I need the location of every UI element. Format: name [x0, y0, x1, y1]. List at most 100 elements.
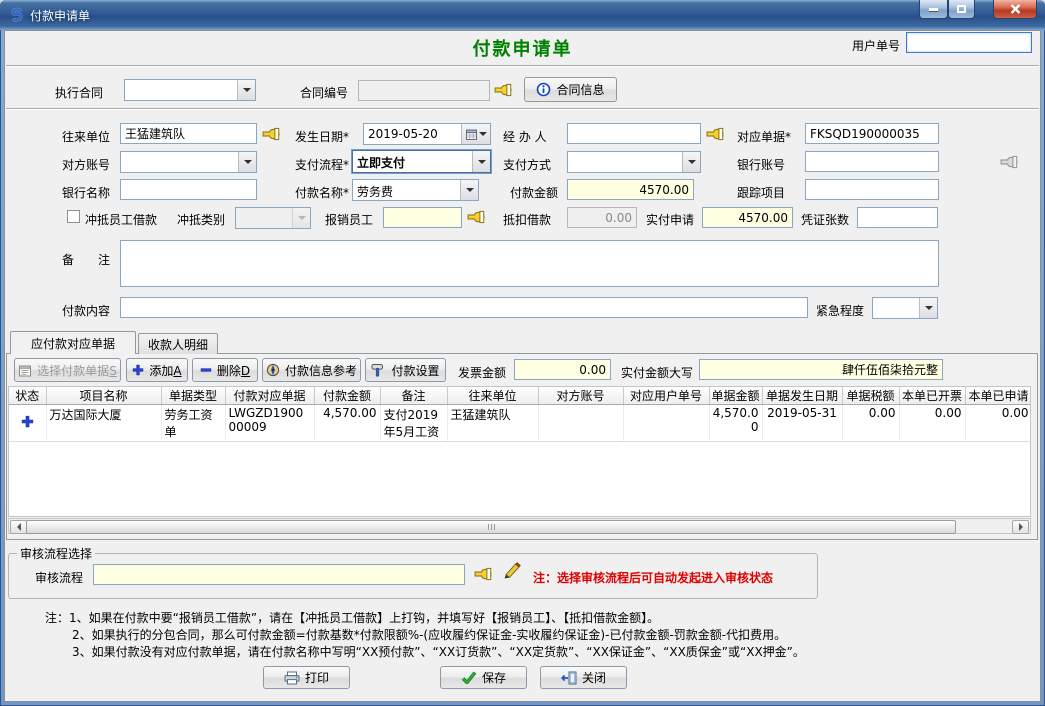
hand-picker-icon[interactable] [706, 127, 724, 144]
check-icon [461, 671, 477, 684]
pay-info-ref-button[interactable]: 付款信息参考 [262, 358, 361, 382]
tab-payable-documents[interactable]: 应付款对应单据 [10, 331, 136, 354]
column-header[interactable]: 往来单位 [447, 387, 538, 405]
close-button[interactable] [993, 0, 1037, 19]
column-header[interactable]: 付款金额 [314, 387, 380, 405]
pay-name-combobox[interactable]: 劳务费 [352, 179, 479, 201]
notepad-icon [18, 364, 32, 377]
hand-picker-icon[interactable] [474, 567, 492, 584]
pen-icon[interactable] [502, 562, 521, 582]
counter-account-combobox[interactable] [120, 151, 257, 173]
column-header[interactable]: 单据类型 [161, 387, 225, 405]
column-header[interactable]: 单据税额 [842, 387, 899, 405]
hand-picker-icon[interactable] [262, 127, 280, 144]
table-row[interactable]: 万达国际大厦劳务工资单LWGZD1900000094,570.00支付2019年… [9, 405, 1031, 442]
pay-settings-button[interactable]: 付款设置 [365, 358, 446, 382]
bank-account-label: 银行账号 [737, 156, 785, 173]
bank-account-input[interactable] [805, 151, 939, 172]
handler-label: 经 办 人 [503, 128, 547, 145]
pay-flow-value: 立即支付 [353, 151, 472, 172]
dropdown-arrow-button[interactable] [460, 180, 478, 200]
scrollbar-thumb[interactable] [26, 520, 956, 534]
documents-table: 状态项目名称单据类型付款对应单据付款金额备注往来单位对方账号对应用户单号单据金额… [9, 387, 1031, 442]
app-icon [8, 7, 25, 27]
cell: 0.00 [965, 405, 1031, 442]
handler-input[interactable] [567, 123, 701, 144]
tab-payee-detail[interactable]: 收款人明细 [138, 333, 218, 354]
print-button[interactable]: 打印 [263, 666, 350, 689]
column-header[interactable]: 状态 [9, 387, 46, 405]
scroll-right-button[interactable] [1012, 520, 1029, 534]
remark-textarea[interactable] [120, 240, 939, 287]
urgency-combobox[interactable] [872, 297, 938, 319]
column-header[interactable]: 单据金额 [709, 387, 762, 405]
column-header[interactable]: 单据发生日期 [762, 387, 842, 405]
pay-name-value: 劳务费 [353, 180, 460, 200]
offset-loan-checkbox[interactable] [67, 210, 80, 223]
approval-flow-input[interactable] [93, 564, 465, 585]
approval-flow-label: 审核流程 [35, 569, 83, 586]
delete-button[interactable]: 删除D [192, 358, 258, 382]
offset-type-label: 冲抵类别 [177, 211, 225, 228]
save-button[interactable]: 保存 [440, 666, 527, 689]
exit-door-icon [561, 671, 577, 685]
user-no-input[interactable] [906, 32, 1032, 53]
horizontal-scrollbar[interactable] [8, 518, 1031, 534]
info-icon [536, 82, 551, 97]
cell: 0.00 [899, 405, 965, 442]
close-icon [1010, 4, 1021, 14]
tab-label: 应付款对应单据 [31, 335, 115, 352]
column-header[interactable]: 对方账号 [538, 387, 623, 405]
column-header[interactable]: 备注 [380, 387, 447, 405]
triangle-left-icon [17, 523, 21, 531]
close-form-button[interactable]: 关闭 [540, 666, 627, 689]
voucher-count-input[interactable] [857, 207, 938, 228]
maximize-button[interactable] [948, 0, 975, 19]
column-header[interactable]: 项目名称 [46, 387, 161, 405]
pay-flow-label: 支付流程* [295, 156, 349, 173]
add-button[interactable]: 添加A [126, 358, 188, 382]
calendar-dropdown-button[interactable] [461, 124, 490, 144]
dropdown-arrow-button[interactable] [919, 298, 937, 318]
dropdown-arrow-button[interactable] [472, 151, 490, 172]
column-header[interactable]: 本单已开票 [899, 387, 965, 405]
dropdown-arrow-button[interactable] [238, 152, 256, 172]
date-picker[interactable]: 2019-05-20 [363, 123, 491, 145]
remark-label: 备 注 [62, 251, 110, 268]
chevron-down-icon [688, 160, 696, 164]
cell: 0.00 [842, 405, 899, 442]
bank-name-label: 银行名称 [62, 184, 110, 201]
scroll-left-button[interactable] [10, 520, 27, 534]
pay-method-combobox[interactable] [567, 151, 701, 173]
dropdown-arrow-button[interactable] [237, 80, 255, 100]
note-line-3: 3、如果付款没有对应付款单据，请在付款名称中写明“XX预付款”、“XX订货款”、… [72, 643, 805, 660]
reimburse-emp-input[interactable] [383, 207, 462, 228]
hand-picker-icon[interactable] [494, 83, 512, 100]
app-window: 付款申请单 付款申请单 用户单号 执行合同 合同编号 合同信息 往来单位 发生日… [0, 0, 1045, 706]
minimize-icon [929, 8, 938, 11]
actual-apply-input[interactable] [702, 207, 793, 228]
partner-input[interactable] [120, 123, 257, 144]
deduct-loan-input [567, 207, 637, 228]
invoice-amount-input[interactable] [514, 359, 611, 380]
pay-flow-combobox[interactable]: 立即支付 [352, 150, 491, 173]
pay-content-input[interactable] [120, 297, 808, 318]
column-header[interactable]: 对应用户单号 [623, 387, 709, 405]
hand-picker-icon[interactable] [467, 210, 485, 227]
approval-group-legend: 审核流程选择 [17, 545, 95, 562]
user-no-label: 用户单号 [852, 37, 900, 54]
bank-name-input[interactable] [120, 179, 257, 200]
pay-amount-input[interactable] [567, 179, 694, 200]
contract-info-label: 合同信息 [556, 81, 604, 98]
button-label: 打印 [305, 669, 329, 686]
dropdown-arrow-button[interactable] [682, 152, 700, 172]
contract-info-button[interactable]: 合同信息 [524, 77, 617, 102]
exec-contract-value [125, 80, 237, 100]
minimize-button[interactable] [919, 0, 948, 19]
track-project-input[interactable] [805, 179, 939, 200]
amount-words-label: 实付金额大写 [621, 364, 693, 381]
column-header[interactable]: 付款对应单据 [225, 387, 314, 405]
column-header[interactable]: 本单已申请 [965, 387, 1031, 405]
ref-doc-input[interactable] [805, 123, 939, 144]
exec-contract-combobox[interactable] [124, 79, 256, 101]
